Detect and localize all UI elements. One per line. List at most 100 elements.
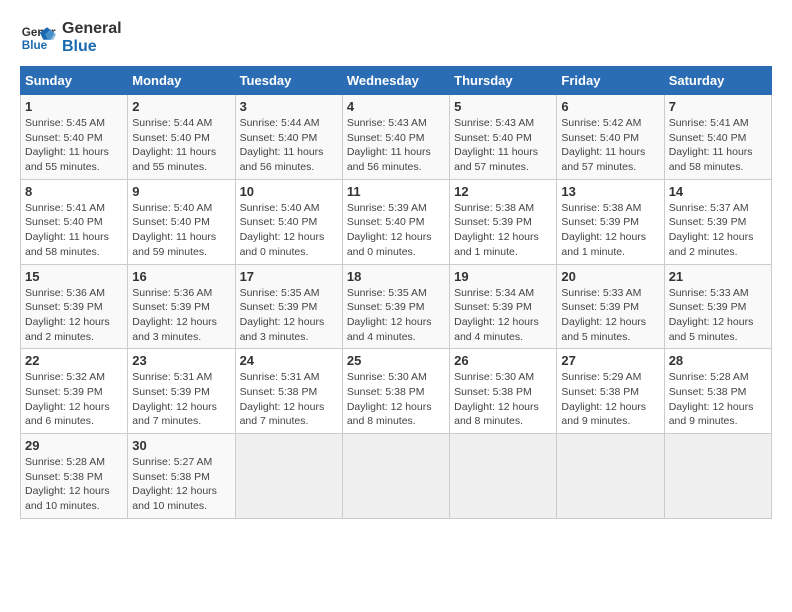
day-detail: Sunrise: 5:40 AM Sunset: 5:40 PM Dayligh… (240, 201, 338, 260)
day-detail: Sunrise: 5:34 AM Sunset: 5:39 PM Dayligh… (454, 286, 552, 345)
header-monday: Monday (128, 67, 235, 95)
day-number: 26 (454, 353, 552, 368)
day-detail: Sunrise: 5:41 AM Sunset: 5:40 PM Dayligh… (25, 201, 123, 260)
calendar-header-row: SundayMondayTuesdayWednesdayThursdayFrid… (21, 67, 772, 95)
calendar-cell: 27 Sunrise: 5:29 AM Sunset: 5:38 PM Dayli… (557, 349, 664, 434)
day-number: 20 (561, 269, 659, 284)
day-number: 10 (240, 184, 338, 199)
calendar-cell: 2Sunrise: 5:44 AM Sunset: 5:40 PM Daylig… (128, 95, 235, 180)
day-number: 9 (132, 184, 230, 199)
calendar-cell: 5 Sunrise: 5:43 AM Sunset: 5:40 PM Daylig… (450, 95, 557, 180)
calendar-cell: 6 Sunrise: 5:42 AM Sunset: 5:40 PM Daylig… (557, 95, 664, 180)
week-row-4: 22Sunrise: 5:32 AM Sunset: 5:39 PM Dayli… (21, 349, 772, 434)
calendar-cell: 30Sunrise: 5:27 AM Sunset: 5:38 PM Dayli… (128, 434, 235, 519)
day-detail: Sunrise: 5:44 AM Sunset: 5:40 PM Dayligh… (240, 116, 338, 175)
day-number: 5 (454, 99, 552, 114)
calendar-cell: 11 Sunrise: 5:39 AM Sunset: 5:40 PM Dayli… (342, 179, 449, 264)
calendar-cell (557, 434, 664, 519)
calendar-cell: 18Sunrise: 5:35 AM Sunset: 5:39 PM Dayli… (342, 264, 449, 349)
day-number: 8 (25, 184, 123, 199)
day-detail: Sunrise: 5:28 AM Sunset: 5:38 PM Dayligh… (669, 370, 767, 429)
day-number: 17 (240, 269, 338, 284)
day-number: 1 (25, 99, 123, 114)
day-detail: Sunrise: 5:35 AM Sunset: 5:39 PM Dayligh… (347, 286, 445, 345)
calendar-cell: 17 Sunrise: 5:35 AM Sunset: 5:39 PM Dayli… (235, 264, 342, 349)
header-saturday: Saturday (664, 67, 771, 95)
day-number: 27 (561, 353, 659, 368)
week-row-1: 1 Sunrise: 5:45 AM Sunset: 5:40 PM Daylig… (21, 95, 772, 180)
day-detail: Sunrise: 5:37 AM Sunset: 5:39 PM Dayligh… (669, 201, 767, 260)
calendar-cell: 12 Sunrise: 5:38 AM Sunset: 5:39 PM Dayli… (450, 179, 557, 264)
week-row-2: 8 Sunrise: 5:41 AM Sunset: 5:40 PM Daylig… (21, 179, 772, 264)
day-number: 23 (132, 353, 230, 368)
day-number: 14 (669, 184, 767, 199)
calendar-cell: 25 Sunrise: 5:30 AM Sunset: 5:38 PM Dayli… (342, 349, 449, 434)
day-number: 6 (561, 99, 659, 114)
week-row-5: 29 Sunrise: 5:28 AM Sunset: 5:38 PM Dayli… (21, 434, 772, 519)
day-detail: Sunrise: 5:33 AM Sunset: 5:39 PM Dayligh… (561, 286, 659, 345)
calendar-cell: 8 Sunrise: 5:41 AM Sunset: 5:40 PM Daylig… (21, 179, 128, 264)
calendar-cell: 15Sunrise: 5:36 AM Sunset: 5:39 PM Dayli… (21, 264, 128, 349)
day-detail: Sunrise: 5:43 AM Sunset: 5:40 PM Dayligh… (347, 116, 445, 175)
day-number: 29 (25, 438, 123, 453)
day-number: 19 (454, 269, 552, 284)
day-number: 21 (669, 269, 767, 284)
week-row-3: 15 Sunrise: 5:36 AM Sunset: 5:39 PM Dayli… (21, 264, 772, 349)
day-detail: Sunrise: 5:30 AM Sunset: 5:38 PM Dayligh… (347, 370, 445, 429)
day-number: 25 (347, 353, 445, 368)
day-number: 28 (669, 353, 767, 368)
day-detail: Sunrise: 5:33 AM Sunset: 5:39 PM Dayligh… (669, 286, 767, 345)
calendar-cell: 9 Sunrise: 5:40 AM Sunset: 5:40 PM Daylig… (128, 179, 235, 264)
day-detail: Sunrise: 5:39 AM Sunset: 5:40 PM Dayligh… (347, 201, 445, 260)
day-detail: Sunrise: 5:44 AM Sunset: 5:40 PM Dayligh… (132, 116, 230, 175)
calendar-cell (342, 434, 449, 519)
logo-line1: General (62, 20, 122, 38)
day-detail: Sunrise: 5:32 AM Sunset: 5:39 PM Dayligh… (25, 370, 123, 429)
header-friday: Friday (557, 67, 664, 95)
day-number: 16 (132, 269, 230, 284)
day-detail: Sunrise: 5:38 AM Sunset: 5:39 PM Dayligh… (454, 201, 552, 260)
day-detail: Sunrise: 5:41 AM Sunset: 5:40 PM Dayligh… (669, 116, 767, 175)
calendar-cell: 16 Sunrise: 5:36 AM Sunset: 5:39 PM Dayli… (128, 264, 235, 349)
day-detail: Sunrise: 5:40 AM Sunset: 5:40 PM Dayligh… (132, 201, 230, 260)
logo-line2: Blue (62, 38, 122, 56)
page-header: General Blue General Blue (20, 20, 772, 56)
day-detail: Sunrise: 5:29 AM Sunset: 5:38 PM Dayligh… (561, 370, 659, 429)
svg-text:Blue: Blue (22, 39, 48, 52)
day-detail: Sunrise: 5:35 AM Sunset: 5:39 PM Dayligh… (240, 286, 338, 345)
calendar-cell: 29 Sunrise: 5:28 AM Sunset: 5:38 PM Dayli… (21, 434, 128, 519)
day-number: 11 (347, 184, 445, 199)
calendar-cell: 19 Sunrise: 5:34 AM Sunset: 5:39 PM Dayli… (450, 264, 557, 349)
day-number: 12 (454, 184, 552, 199)
logo-icon: General Blue (20, 20, 56, 56)
day-detail: Sunrise: 5:30 AM Sunset: 5:38 PM Dayligh… (454, 370, 552, 429)
day-detail: Sunrise: 5:38 AM Sunset: 5:39 PM Dayligh… (561, 201, 659, 260)
header-wednesday: Wednesday (342, 67, 449, 95)
calendar-cell: 26 Sunrise: 5:30 AM Sunset: 5:38 PM Dayli… (450, 349, 557, 434)
day-detail: Sunrise: 5:31 AM Sunset: 5:39 PM Dayligh… (132, 370, 230, 429)
calendar-cell (664, 434, 771, 519)
day-number: 7 (669, 99, 767, 114)
calendar-cell: 4 Sunrise: 5:43 AM Sunset: 5:40 PM Daylig… (342, 95, 449, 180)
day-detail: Sunrise: 5:31 AM Sunset: 5:38 PM Dayligh… (240, 370, 338, 429)
calendar-cell: 21 Sunrise: 5:33 AM Sunset: 5:39 PM Dayli… (664, 264, 771, 349)
calendar-cell: 3Sunrise: 5:44 AM Sunset: 5:40 PM Daylig… (235, 95, 342, 180)
day-number: 24 (240, 353, 338, 368)
calendar-cell: 20 Sunrise: 5:33 AM Sunset: 5:39 PM Dayli… (557, 264, 664, 349)
calendar-cell: 14 Sunrise: 5:37 AM Sunset: 5:39 PM Dayli… (664, 179, 771, 264)
calendar-cell (450, 434, 557, 519)
day-detail: Sunrise: 5:42 AM Sunset: 5:40 PM Dayligh… (561, 116, 659, 175)
day-number: 4 (347, 99, 445, 114)
header-thursday: Thursday (450, 67, 557, 95)
day-detail: Sunrise: 5:45 AM Sunset: 5:40 PM Dayligh… (25, 116, 123, 175)
day-detail: Sunrise: 5:43 AM Sunset: 5:40 PM Dayligh… (454, 116, 552, 175)
day-detail: Sunrise: 5:27 AM Sunset: 5:38 PM Dayligh… (132, 455, 230, 514)
calendar-cell (235, 434, 342, 519)
day-number: 15 (25, 269, 123, 284)
day-number: 13 (561, 184, 659, 199)
day-detail: Sunrise: 5:36 AM Sunset: 5:39 PM Dayligh… (132, 286, 230, 345)
day-detail: Sunrise: 5:28 AM Sunset: 5:38 PM Dayligh… (25, 455, 123, 514)
calendar-cell: 7 Sunrise: 5:41 AM Sunset: 5:40 PM Daylig… (664, 95, 771, 180)
logo: General Blue General Blue (20, 20, 122, 56)
header-sunday: Sunday (21, 67, 128, 95)
